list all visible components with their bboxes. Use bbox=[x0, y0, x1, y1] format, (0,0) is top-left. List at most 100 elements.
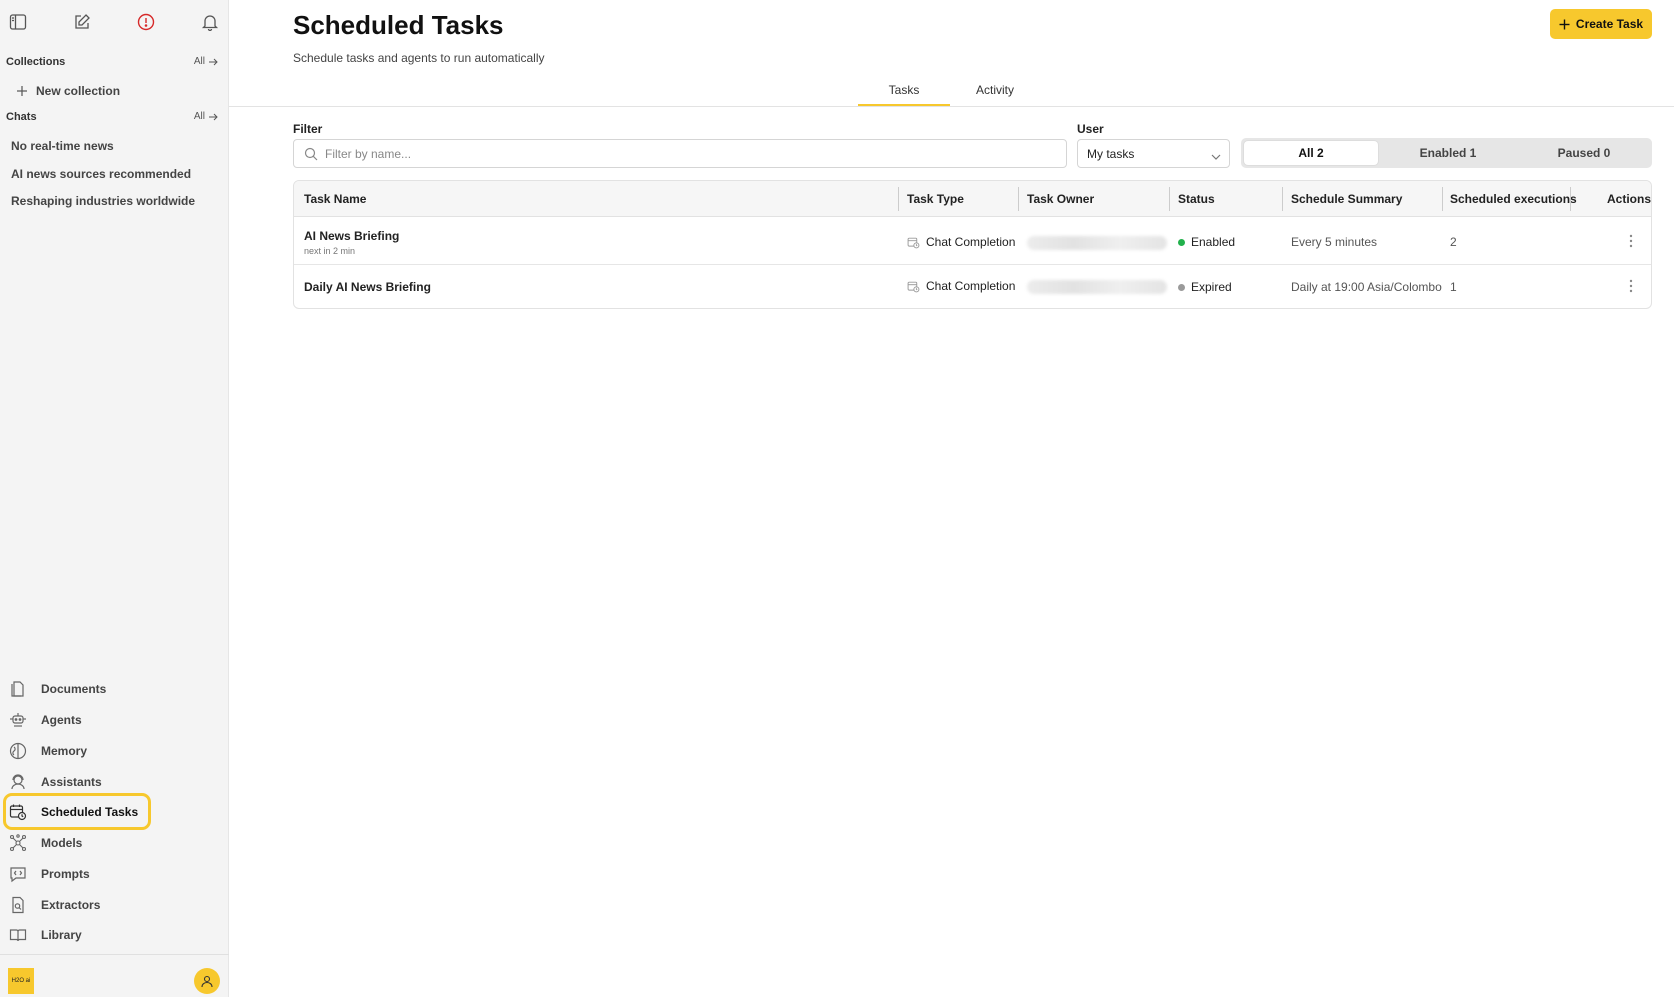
task-type-label: Chat Completion bbox=[926, 235, 1016, 249]
segment-all[interactable]: All 2 bbox=[1244, 141, 1378, 165]
filter-label: Filter bbox=[293, 122, 323, 136]
scheduled-executions: 1 bbox=[1450, 280, 1457, 294]
filter-input[interactable] bbox=[325, 144, 1055, 164]
arrow-right-icon bbox=[209, 58, 218, 65]
library-icon bbox=[8, 925, 28, 945]
create-task-button[interactable]: Create Task bbox=[1550, 9, 1652, 39]
chats-all-link[interactable]: All bbox=[194, 111, 218, 122]
column-header-schedule-summary[interactable]: Schedule Summary bbox=[1291, 192, 1402, 206]
sidebar: Collections All New collection Chats All… bbox=[0, 0, 229, 997]
table-header: Task Name Task Type Task Owner Status Sc… bbox=[294, 181, 1651, 217]
models-icon bbox=[8, 833, 28, 853]
collections-all-label: All bbox=[193, 56, 205, 67]
calendar-clock-icon bbox=[907, 237, 920, 248]
collections-all-link[interactable]: All bbox=[194, 56, 218, 67]
column-divider[interactable] bbox=[1282, 187, 1283, 211]
status-segmented-control: All 2 Enabled 1 Paused 0 bbox=[1241, 138, 1652, 168]
task-owner-redacted bbox=[1027, 236, 1167, 250]
h2o-logo: H2O ai bbox=[8, 968, 34, 994]
plus-icon bbox=[1559, 19, 1570, 29]
column-divider[interactable] bbox=[1570, 187, 1571, 211]
schedule-summary: Daily at 19:00 Asia/Colombo bbox=[1291, 280, 1442, 294]
chats-title: Chats bbox=[6, 111, 37, 123]
nav-models[interactable]: Models bbox=[8, 831, 82, 855]
column-divider[interactable] bbox=[1169, 187, 1170, 211]
chats-header: Chats All bbox=[6, 109, 218, 125]
task-type-label: Chat Completion bbox=[926, 279, 1016, 293]
nav-memory[interactable]: Memory bbox=[8, 739, 87, 763]
nav-library[interactable]: Library bbox=[8, 923, 82, 947]
nav-label: Extractors bbox=[41, 898, 101, 912]
search-icon bbox=[304, 147, 318, 166]
collections-title: Collections bbox=[6, 56, 66, 68]
table-row[interactable]: AI News Briefing next in 2 min Chat Comp… bbox=[294, 218, 1651, 265]
nav-label: Prompts bbox=[41, 867, 90, 881]
more-actions-icon[interactable] bbox=[1623, 278, 1639, 294]
nav-label: Assistants bbox=[41, 775, 102, 789]
sidebar-footer: H2O ai bbox=[0, 954, 229, 997]
nav-label: Library bbox=[41, 928, 82, 942]
nav-prompts[interactable]: Prompts bbox=[8, 862, 90, 886]
status-label: Enabled bbox=[1191, 235, 1236, 249]
segment-enabled[interactable]: Enabled 1 bbox=[1381, 141, 1515, 165]
new-collection-label: New collection bbox=[36, 84, 121, 98]
chat-item[interactable]: No real-time news bbox=[11, 139, 114, 153]
column-header-status[interactable]: Status bbox=[1178, 192, 1215, 206]
create-task-label: Create Task bbox=[1575, 17, 1644, 31]
nav-assistants[interactable]: Assistants bbox=[8, 770, 102, 794]
table-row[interactable]: Daily AI News Briefing Chat Completion E… bbox=[294, 266, 1651, 308]
task-type: Chat Completion bbox=[907, 235, 1015, 249]
next-run: next in 2 min bbox=[304, 246, 356, 256]
calendar-clock-icon bbox=[907, 281, 920, 292]
collections-header: Collections All bbox=[6, 54, 218, 70]
column-divider[interactable] bbox=[1442, 187, 1443, 211]
column-divider[interactable] bbox=[1018, 187, 1019, 211]
plus-icon bbox=[17, 86, 27, 96]
status-dot bbox=[1178, 238, 1185, 246]
nav-scheduled-tasks[interactable]: Scheduled Tasks bbox=[8, 800, 138, 824]
user-avatar[interactable] bbox=[194, 968, 220, 994]
nav-label: Documents bbox=[41, 682, 107, 696]
alert-icon[interactable] bbox=[134, 10, 158, 34]
assistants-icon bbox=[8, 772, 28, 792]
column-divider[interactable] bbox=[898, 187, 899, 211]
more-actions-icon[interactable] bbox=[1623, 233, 1639, 249]
user-select-value: My tasks bbox=[1087, 147, 1135, 161]
column-header-task-owner[interactable]: Task Owner bbox=[1027, 192, 1094, 206]
nav-agents[interactable]: Agents bbox=[8, 708, 82, 732]
tasks-table: Task Name Task Type Task Owner Status Sc… bbox=[293, 180, 1652, 309]
filter-field[interactable] bbox=[293, 139, 1067, 168]
task-name[interactable]: Daily AI News Briefing bbox=[304, 280, 431, 294]
agents-icon bbox=[8, 710, 28, 730]
toggle-sidebar-icon[interactable] bbox=[6, 10, 30, 34]
task-owner-redacted bbox=[1027, 280, 1167, 294]
chat-item[interactable]: AI news sources recommended bbox=[11, 167, 191, 181]
nav-label: Models bbox=[41, 836, 83, 850]
column-header-scheduled-executions[interactable]: Scheduled executions bbox=[1450, 192, 1577, 206]
notifications-bell-icon[interactable] bbox=[198, 10, 222, 34]
app-root: Collections All New collection Chats All… bbox=[0, 0, 1674, 997]
nav-extractors[interactable]: Extractors bbox=[8, 893, 100, 917]
tabs-divider bbox=[229, 106, 1674, 107]
nav-documents[interactable]: Documents bbox=[8, 677, 106, 701]
user-select[interactable]: My tasks bbox=[1077, 139, 1230, 168]
tab-activity[interactable]: Activity bbox=[958, 83, 1032, 97]
chat-item[interactable]: Reshaping industries worldwide bbox=[11, 194, 195, 208]
sidebar-toolbar bbox=[0, 10, 229, 34]
column-header-task-name[interactable]: Task Name bbox=[304, 192, 366, 206]
status-dot bbox=[1178, 283, 1185, 291]
user-icon bbox=[201, 975, 213, 988]
task-name[interactable]: AI News Briefing bbox=[304, 229, 399, 243]
column-header-task-type[interactable]: Task Type bbox=[907, 192, 964, 206]
new-collection-button[interactable]: New collection bbox=[16, 82, 120, 100]
column-header-actions: Actions bbox=[1607, 192, 1652, 206]
scheduled-executions: 2 bbox=[1450, 235, 1457, 249]
user-label: User bbox=[1077, 122, 1104, 136]
nav-label: Scheduled Tasks bbox=[41, 805, 139, 819]
new-chat-icon[interactable] bbox=[70, 10, 94, 34]
nav-label: Agents bbox=[41, 713, 82, 727]
status-label: Expired bbox=[1191, 280, 1232, 294]
segment-paused[interactable]: Paused 0 bbox=[1517, 141, 1651, 165]
tab-tasks[interactable]: Tasks bbox=[858, 83, 950, 97]
nav-label: Memory bbox=[41, 744, 88, 758]
